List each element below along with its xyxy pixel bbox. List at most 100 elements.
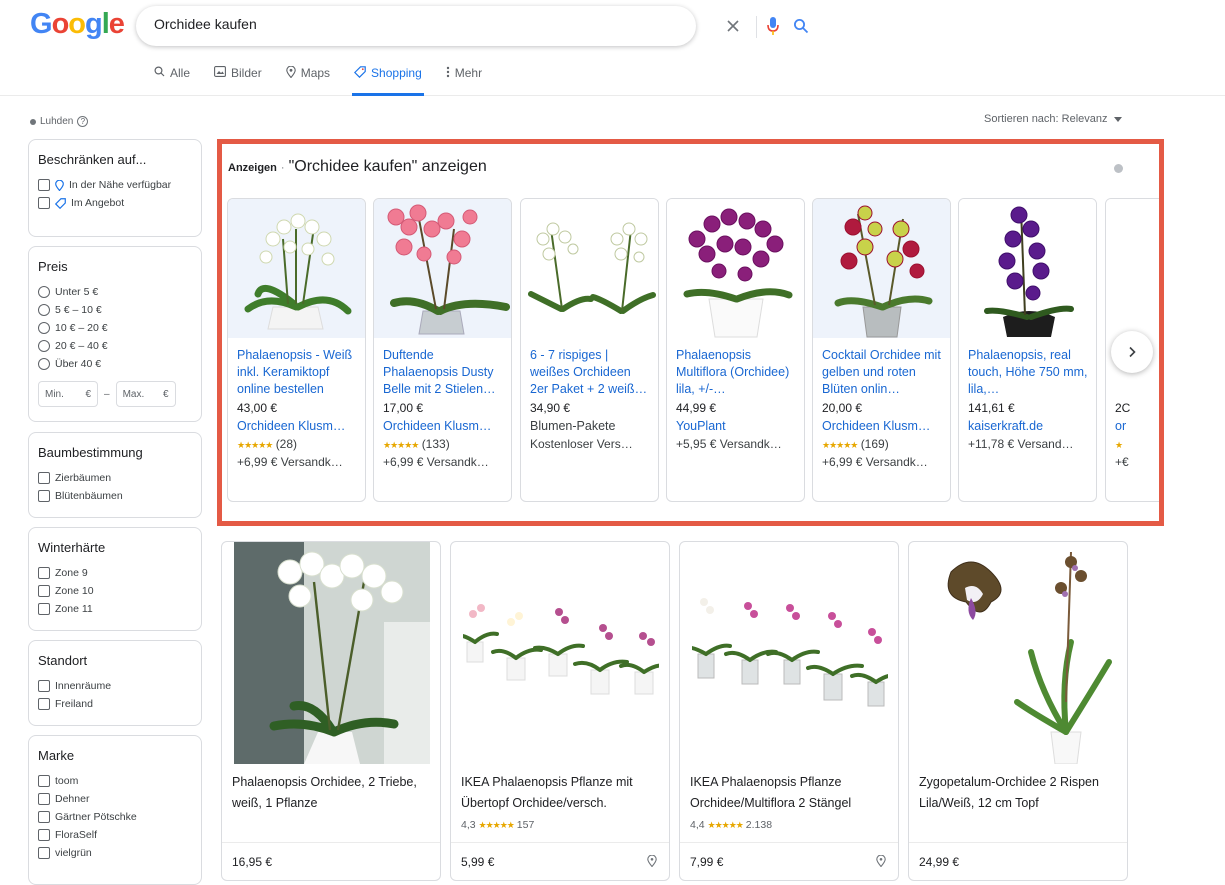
ad-shop[interactable]: Orchideen Klusm…	[822, 419, 942, 433]
checkbox[interactable]	[38, 680, 50, 692]
filter-option[interactable]: Gärtner Pötschke	[38, 808, 192, 826]
checkbox[interactable]	[38, 775, 50, 787]
checkbox[interactable]	[38, 847, 50, 859]
product-price: 24,99 €	[919, 855, 960, 869]
filter-option[interactable]: Freiland	[38, 695, 192, 713]
radio[interactable]	[38, 322, 50, 334]
filter-option[interactable]: Zone 11	[38, 600, 192, 618]
price-option[interactable]: 5 € – 10 €	[38, 301, 192, 319]
checkbox[interactable]	[38, 698, 50, 710]
filter-option-nearby[interactable]: In der Nähe verfügbar	[38, 176, 192, 194]
tab-alle[interactable]: Alle	[152, 62, 192, 96]
star-rating: ★★★★★	[822, 440, 858, 450]
ad-shop[interactable]: YouPlant	[676, 419, 796, 433]
header: Google Alle Bilder Maps Shopping	[0, 0, 1225, 96]
price-option[interactable]: Unter 5 €	[38, 283, 192, 301]
tab-maps[interactable]: Maps	[284, 62, 332, 96]
ad-shop[interactable]: Orchideen Klusm…	[383, 419, 503, 433]
filter-option-label: Dehner	[55, 793, 90, 805]
checkbox[interactable]	[38, 567, 50, 579]
filter-option[interactable]: Zone 10	[38, 582, 192, 600]
filter-option-label: vielgrün	[55, 847, 92, 859]
google-logo[interactable]: Google	[30, 8, 125, 41]
filter-option[interactable]: vielgrün	[38, 844, 192, 862]
ad-shop[interactable]: Orchideen Klusm…	[237, 419, 357, 433]
ad-card[interactable]: Duftende Phalaenopsis Dusty Belle mit 2 …	[373, 198, 512, 502]
clear-icon[interactable]	[722, 15, 744, 37]
map-pin-icon[interactable]	[876, 855, 886, 867]
product-image	[959, 199, 1096, 338]
checkbox[interactable]	[38, 490, 50, 502]
tab-bilder[interactable]: Bilder	[212, 62, 264, 96]
search-icon[interactable]	[790, 15, 812, 37]
product-image	[228, 199, 365, 338]
ad-card[interactable]: Cocktail Orchidee mit gelben und roten B…	[812, 198, 951, 502]
location-indicator[interactable]: Luhden ?	[30, 116, 89, 127]
checkbox[interactable]	[38, 197, 50, 209]
price-option[interactable]: 10 € – 20 €	[38, 319, 192, 337]
filter-option-label: Zone 10	[55, 585, 94, 597]
divider	[222, 842, 440, 843]
ad-shop[interactable]: Blumen-Pakete	[530, 419, 650, 433]
product-card[interactable]: Zygopetalum-Orchidee 2 Rispen Lila/Weiß,…	[908, 541, 1128, 881]
product-card[interactable]: IKEA Phalaenopsis Pflanze Orchidee/Multi…	[679, 541, 899, 881]
tab-shopping[interactable]: Shopping	[352, 62, 424, 96]
ad-title[interactable]: Phalaenopsis - Weiß inkl. Keramiktopf on…	[237, 347, 357, 398]
checkbox[interactable]	[38, 179, 50, 191]
max-price-field[interactable]: Max. €	[115, 381, 176, 407]
filter-option[interactable]: toom	[38, 772, 192, 790]
checkbox[interactable]	[38, 811, 50, 823]
ad-card[interactable]: 6 - 7 rispiges | weißes Orchideen 2er Pa…	[520, 198, 659, 502]
currency-label: €	[85, 388, 91, 400]
price-option[interactable]: Über 40 €	[38, 355, 192, 373]
tab-mehr[interactable]: Mehr	[444, 62, 484, 96]
ad-card[interactable]: Phalaenopsis, real touch, Höhe 750 mm, l…	[958, 198, 1097, 502]
carousel-next-button[interactable]	[1111, 331, 1153, 373]
radio[interactable]	[38, 286, 50, 298]
product-title[interactable]: IKEA Phalaenopsis Pflanze mit Übertopf O…	[461, 772, 661, 814]
help-icon[interactable]: ?	[77, 116, 89, 127]
price-option[interactable]: 20 € – 40 €	[38, 337, 192, 355]
radio[interactable]	[38, 304, 50, 316]
ad-title[interactable]: Phalaenopsis Multiflora (Orchidee) lila,…	[676, 347, 796, 398]
microphone-icon[interactable]	[762, 15, 784, 37]
checkbox[interactable]	[38, 793, 50, 805]
info-icon[interactable]	[1114, 164, 1123, 173]
filter-option[interactable]: Innenräume	[38, 677, 192, 695]
ad-card[interactable]: Phalaenopsis - Weiß inkl. Keramiktopf on…	[227, 198, 366, 502]
search-divider	[756, 16, 757, 38]
checkbox[interactable]	[38, 829, 50, 841]
sort-dropdown[interactable]: Sortieren nach: Relevanz	[984, 113, 1122, 125]
radio[interactable]	[38, 358, 50, 370]
ad-price: 44,99 €	[676, 401, 717, 415]
product-title[interactable]: Zygopetalum-Orchidee 2 Rispen Lila/Weiß,…	[919, 772, 1119, 814]
ad-card[interactable]: Phalaenopsis Multiflora (Orchidee) lila,…	[666, 198, 805, 502]
filter-option[interactable]: Dehner	[38, 790, 192, 808]
ad-shipping: +6,99 € Versandk…	[383, 455, 489, 469]
filter-option[interactable]: Zierbäumen	[38, 469, 192, 487]
ad-title[interactable]: Phalaenopsis, real touch, Höhe 750 mm, l…	[968, 347, 1088, 398]
product-title[interactable]: IKEA Phalaenopsis Pflanze Orchidee/Multi…	[690, 772, 890, 814]
map-pin-icon[interactable]	[647, 855, 657, 867]
checkbox[interactable]	[38, 472, 50, 484]
ad-shop[interactable]: kaiserkraft.de	[968, 419, 1088, 433]
ad-title[interactable]: Duftende Phalaenopsis Dusty Belle mit 2 …	[383, 347, 503, 398]
checkbox[interactable]	[38, 585, 50, 597]
search-input[interactable]	[154, 16, 574, 32]
filter-option[interactable]: FloraSelf	[38, 826, 192, 844]
ad-price: 141,61 €	[968, 401, 1015, 415]
filter-option[interactable]: Zone 9	[38, 564, 192, 582]
filter-option-sale[interactable]: Im Angebot	[38, 194, 192, 212]
map-pin-icon	[55, 179, 64, 191]
product-card[interactable]: IKEA Phalaenopsis Pflanze mit Übertopf O…	[450, 541, 670, 881]
checkbox[interactable]	[38, 603, 50, 615]
filter-option[interactable]: Blütenbäumen	[38, 487, 192, 505]
ad-rating: ★★★★★ (28)	[237, 437, 357, 451]
product-title[interactable]: Phalaenopsis Orchidee, 2 Triebe, weiß, 1…	[232, 772, 432, 814]
radio[interactable]	[38, 340, 50, 352]
ad-title[interactable]: 6 - 7 rispiges | weißes Orchideen 2er Pa…	[530, 347, 650, 398]
ad-title[interactable]: Cocktail Orchidee mit gelben und roten B…	[822, 347, 942, 398]
ad-shop[interactable]: or	[1115, 419, 1159, 433]
product-card[interactable]: Phalaenopsis Orchidee, 2 Triebe, weiß, 1…	[221, 541, 441, 881]
min-price-field[interactable]: Min. €	[38, 381, 98, 407]
